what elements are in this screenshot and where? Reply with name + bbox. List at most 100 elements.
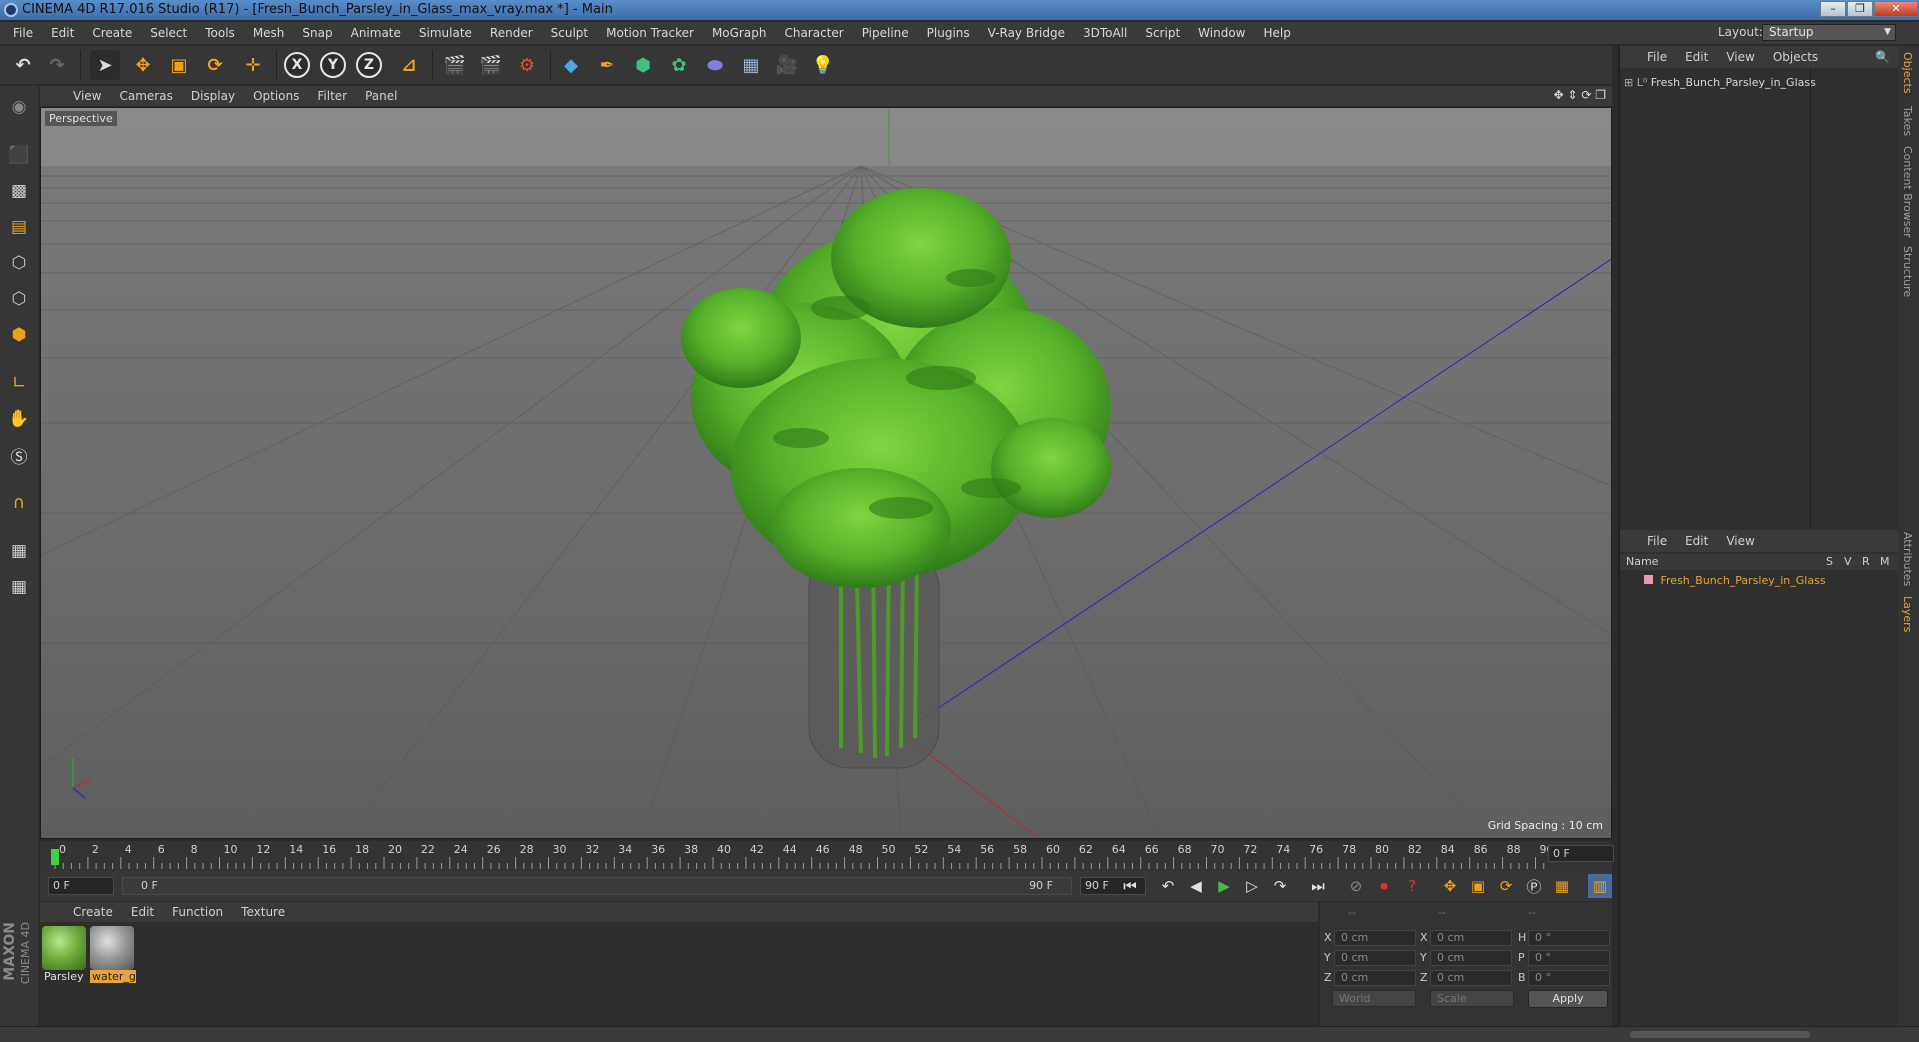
viewport-menu-cameras[interactable]: Cameras [110, 89, 181, 103]
deformer-icon[interactable]: ⬬ [700, 50, 730, 80]
tweak-mode-icon[interactable]: ✋ [4, 404, 34, 434]
light-icon[interactable]: 💡 [808, 50, 838, 80]
key-scale-icon[interactable]: ▣ [1466, 874, 1490, 898]
menu-file[interactable]: File [4, 22, 42, 44]
planar-workplane-icon[interactable]: ▦ [4, 572, 34, 602]
menu-3dtoall[interactable]: 3DToAll [1074, 22, 1136, 44]
subdivision-icon[interactable]: ⬢ [628, 50, 658, 80]
key-pla-icon[interactable]: ▦ [1550, 874, 1574, 898]
layer-menu-file[interactable]: File [1638, 534, 1676, 548]
goto-start-icon[interactable]: ⏮ [1118, 874, 1142, 898]
layer-menu-edit[interactable]: Edit [1676, 534, 1717, 548]
move-icon[interactable]: ✥ [128, 50, 158, 80]
rot-b-field[interactable]: 0 ° [1528, 970, 1610, 986]
y-axis-lock-icon[interactable]: Y [320, 52, 346, 78]
axis-mode-icon[interactable]: ∟ [4, 368, 34, 398]
horizontal-scrollbar[interactable] [1630, 1031, 1810, 1038]
viewport-menu-view[interactable]: View [64, 89, 110, 103]
maximize-button[interactable]: ❐ [1847, 1, 1873, 17]
material-menu-texture[interactable]: Texture [232, 905, 294, 919]
key-rotation-icon[interactable]: ⟳ [1494, 874, 1518, 898]
last-tool-icon[interactable]: ✛ [238, 50, 268, 80]
render-view-icon[interactable]: 🎬 [440, 50, 470, 80]
material-menu-function[interactable]: Function [163, 905, 232, 919]
menu-help[interactable]: Help [1254, 22, 1299, 44]
redo-icon[interactable]: ↷ [42, 50, 72, 80]
tab-content-browser[interactable]: Content Browser [1901, 146, 1914, 238]
tab-takes[interactable]: Takes [1901, 106, 1914, 136]
close-button[interactable]: ✕ [1874, 1, 1918, 17]
menu-character[interactable]: Character [775, 22, 852, 44]
size-x-field[interactable]: 0 cm [1430, 930, 1512, 946]
material-menu-edit[interactable]: Edit [122, 905, 163, 919]
layer-menu-view[interactable]: View [1717, 534, 1763, 548]
model-mode-icon[interactable]: ⬛ [4, 140, 34, 170]
coordinate-system-icon[interactable]: ⊿ [394, 50, 424, 80]
menu-window[interactable]: Window [1189, 22, 1254, 44]
next-key-icon[interactable]: ↷ [1268, 874, 1292, 898]
tab-attributes[interactable]: Attributes [1901, 532, 1914, 586]
apply-button[interactable]: Apply [1528, 990, 1608, 1008]
rot-h-field[interactable]: 0 ° [1528, 930, 1610, 946]
make-editable-icon[interactable]: ◉ [4, 92, 34, 122]
menu-snap[interactable]: Snap [293, 22, 341, 44]
pos-z-field[interactable]: 0 cm [1334, 970, 1416, 986]
tab-objects[interactable]: Objects [1901, 52, 1914, 94]
z-axis-lock-icon[interactable]: Z [356, 52, 382, 78]
minimize-button[interactable]: – [1820, 1, 1846, 17]
material-item[interactable]: Parsley [42, 926, 88, 986]
current-frame-field[interactable]: 0 F [1548, 845, 1614, 862]
render-picture-viewer-icon[interactable]: 🎬 [476, 50, 506, 80]
coordinate-mode-select[interactable]: Scale [1430, 990, 1514, 1007]
polygons-mode-icon[interactable]: ⬢ [4, 320, 34, 350]
cloner-icon[interactable]: ✿ [664, 50, 694, 80]
pos-x-field[interactable]: 0 cm [1334, 930, 1416, 946]
menu-create[interactable]: Create [83, 22, 141, 44]
object-menu-file[interactable]: File [1638, 50, 1676, 64]
next-frame-icon[interactable]: ▷ [1240, 874, 1264, 898]
spline-pen-icon[interactable]: ✒ [592, 50, 622, 80]
object-row[interactable]: ⊞ L⁰ Fresh_Bunch_Parsley_in_Glass [1624, 74, 1894, 92]
lock-workplane-icon[interactable]: ▦ [4, 536, 34, 566]
record-icon[interactable]: ⏺ [1372, 874, 1396, 898]
menu-mograph[interactable]: MoGraph [703, 22, 776, 44]
size-z-field[interactable]: 0 cm [1430, 970, 1512, 986]
render-settings-icon[interactable]: ⚙ [512, 50, 542, 80]
rot-p-field[interactable]: 0 ° [1528, 950, 1610, 966]
menu-pipeline[interactable]: Pipeline [853, 22, 918, 44]
playhead-marker[interactable] [51, 849, 59, 865]
menu-render[interactable]: Render [481, 22, 542, 44]
viewport-menu-options[interactable]: Options [244, 89, 308, 103]
snap-icon[interactable]: Ⓢ [4, 440, 34, 470]
tab-layers[interactable]: Layers [1901, 596, 1914, 632]
key-parameter-icon[interactable]: Ⓟ [1522, 874, 1546, 898]
viewport-menu-panel[interactable]: Panel [356, 89, 406, 103]
menu-sculpt[interactable]: Sculpt [542, 22, 597, 44]
coordinate-space-select[interactable]: World [1332, 990, 1416, 1007]
material-menu-create[interactable]: Create [64, 905, 122, 919]
select-arrow-icon[interactable]: ➤ [90, 50, 120, 80]
points-mode-icon[interactable]: ⬡ [4, 248, 34, 278]
search-icon[interactable]: 🔍 [1875, 50, 1890, 64]
menu-simulate[interactable]: Simulate [410, 22, 481, 44]
layout-select[interactable]: Startup ▼ [1762, 24, 1896, 41]
record-off-icon[interactable]: ⊘ [1344, 874, 1368, 898]
menu-tools[interactable]: Tools [196, 22, 244, 44]
play-icon[interactable]: ▶ [1212, 874, 1236, 898]
size-y-field[interactable]: 0 cm [1430, 950, 1512, 966]
prev-key-icon[interactable]: ↶ [1156, 874, 1180, 898]
texture-mode-icon[interactable]: ▩ [4, 176, 34, 206]
material-item[interactable]: water_g [90, 926, 136, 986]
menu-mesh[interactable]: Mesh [244, 22, 294, 44]
menu-select[interactable]: Select [141, 22, 196, 44]
x-axis-lock-icon[interactable]: X [284, 52, 310, 78]
viewport-navigation-icon[interactable]: ✥ ⇕ ⟳ ❐ [1554, 88, 1606, 102]
rotate-icon[interactable]: ⟳ [200, 50, 230, 80]
menu-edit[interactable]: Edit [42, 22, 83, 44]
autokey-icon[interactable]: ? [1400, 874, 1424, 898]
undo-icon[interactable]: ↶ [8, 50, 38, 80]
viewport-menu-filter[interactable]: Filter [308, 89, 356, 103]
menu-script[interactable]: Script [1136, 22, 1189, 44]
tab-structure[interactable]: Structure [1901, 246, 1914, 297]
magnet-icon[interactable]: ∩ [4, 488, 34, 518]
